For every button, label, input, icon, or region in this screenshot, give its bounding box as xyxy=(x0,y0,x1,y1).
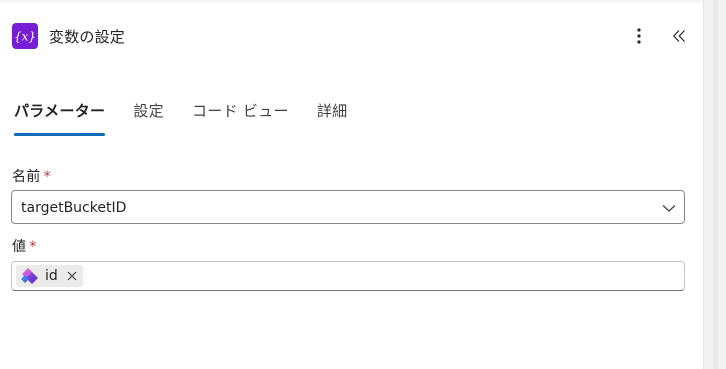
name-field-label: 名前 * xyxy=(12,166,51,186)
panel-header: {x} 変数の設定 xyxy=(12,23,125,49)
variable-icon: {x} xyxy=(12,23,38,49)
value-field-label: 値 * xyxy=(12,236,37,256)
token-label: id xyxy=(45,268,58,284)
tab-parameters[interactable]: パラメーター xyxy=(14,100,106,136)
tab-details[interactable]: 詳細 xyxy=(317,100,348,136)
svg-text:{x}: {x} xyxy=(14,30,36,44)
top-border xyxy=(0,0,703,3)
collapse-panel-button[interactable] xyxy=(668,24,690,48)
tab-label: パラメーター xyxy=(14,102,106,120)
more-options-button[interactable] xyxy=(628,24,650,48)
planner-icon xyxy=(21,268,38,284)
active-tab-indicator xyxy=(14,133,106,136)
tab-code-view[interactable]: コード ビュー xyxy=(192,100,289,136)
scrollbar[interactable] xyxy=(713,0,718,369)
name-label-text: 名前 xyxy=(12,169,41,185)
action-details-panel: {x} 変数の設定 パラメーター 設定 コード ビュー 詳細 名前 * targ… xyxy=(0,0,703,369)
remove-token-button[interactable] xyxy=(66,270,78,282)
tab-settings[interactable]: 設定 xyxy=(133,100,164,136)
action-title: 変数の設定 xyxy=(49,27,126,46)
name-dropdown[interactable]: targetBucketID xyxy=(11,190,685,224)
tab-list: パラメーター 設定 コード ビュー 詳細 xyxy=(14,100,375,136)
dynamic-content-token[interactable]: id xyxy=(16,265,83,287)
tab-label: 詳細 xyxy=(316,102,348,120)
tab-label: 設定 xyxy=(133,102,164,120)
value-label-text: 値 xyxy=(12,239,27,255)
value-input[interactable] xyxy=(11,261,685,291)
close-icon xyxy=(67,271,77,281)
designer-canvas-edge xyxy=(703,0,726,369)
more-vertical-icon xyxy=(637,28,641,44)
name-dropdown-value: targetBucketID xyxy=(21,200,127,216)
required-indicator: * xyxy=(29,239,37,255)
double-chevron-left-icon xyxy=(672,30,685,42)
tab-label: コード ビュー xyxy=(191,102,289,120)
required-indicator: * xyxy=(43,169,51,185)
chevron-down-icon xyxy=(662,205,676,212)
